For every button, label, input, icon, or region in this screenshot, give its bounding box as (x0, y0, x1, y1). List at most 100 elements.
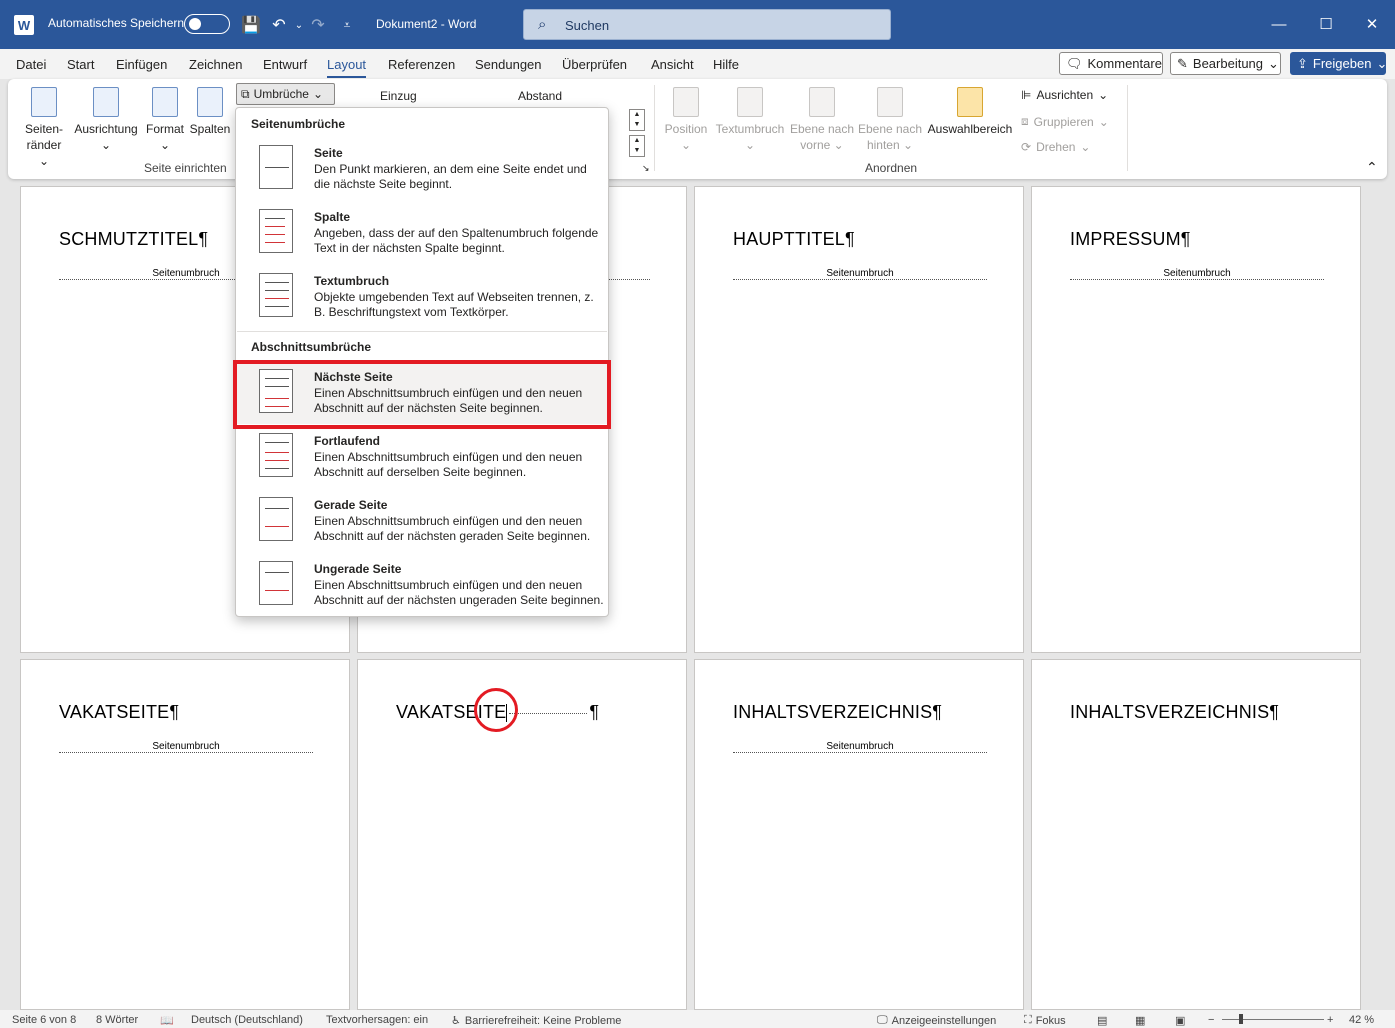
tab-sendungen[interactable]: Sendungen (475, 57, 542, 72)
page-8[interactable]: INHALTSVERZEICHNIS¶ (1031, 659, 1361, 1010)
option-title: Seite (314, 146, 343, 160)
accessibility-status[interactable]: ♿ Barrierefreiheit: Keine Probleme (451, 1014, 621, 1028)
page-break-label: Seitenumbruch (1162, 268, 1232, 279)
autosave-toggle[interactable] (184, 14, 230, 34)
tab-datei[interactable]: Datei (16, 57, 46, 72)
save-icon[interactable]: 💾 (240, 14, 262, 36)
send-backward-button[interactable]: Ebene nach hinten ⌄ (856, 87, 924, 153)
document-title: Dokument2 - Word (376, 17, 477, 31)
zoom-out-icon[interactable]: − (1208, 1014, 1214, 1026)
page-break-marker: Seitenumbruch (733, 268, 987, 280)
breaks-dropdown: Seitenumbrüche Seite Den Punkt markieren… (235, 107, 609, 617)
page-counter[interactable]: Seite 6 von 8 (12, 1014, 76, 1026)
chevron-down-icon: ⌄ (680, 138, 692, 152)
page-setup-group-label: Seite einrichten (144, 161, 227, 175)
position-button[interactable]: Position ⌄ (660, 87, 712, 153)
rotate-button[interactable]: ⟳ Drehen ⌄ (1021, 140, 1090, 154)
paragraph-dialog-launcher-icon[interactable]: ↘ (642, 163, 650, 174)
focus-mode[interactable]: ⛶ Fokus (1024, 1014, 1066, 1027)
page-break-icon (259, 145, 293, 189)
margins-label-1: Seiten- (24, 122, 64, 136)
break-option-text-wrapping[interactable]: Textumbruch Objekte umgebenden Text auf … (237, 266, 607, 328)
spacing-before-spinner[interactable]: ▲ ▼ (629, 109, 645, 131)
tab-einfuegen[interactable]: Einfügen (116, 57, 167, 72)
page-3[interactable]: HAUPTTITEL¶ Seitenumbruch (694, 186, 1024, 653)
maximize-icon[interactable]: ☐ (1311, 12, 1341, 36)
minimize-icon[interactable]: — (1264, 12, 1294, 36)
editing-label: Bearbeitung (1192, 56, 1264, 71)
tab-ansicht[interactable]: Ansicht (651, 57, 694, 72)
comments-button[interactable]: 🗨 Kommentare (1059, 52, 1163, 75)
wrap-text-button[interactable]: Textumbruch ⌄ (712, 87, 788, 153)
page-break-label: Seitenumbruch (825, 741, 895, 752)
break-option-continuous[interactable]: Fortlaufend Einen Abschnittsumbruch einf… (237, 426, 607, 488)
break-option-next-page[interactable]: Nächste Seite Einen Abschnittsumbruch ei… (237, 362, 607, 424)
page-5[interactable]: VAKATSEITE¶ Seitenumbruch (20, 659, 350, 1010)
bring-forward-icon (809, 87, 835, 117)
option-title: Fortlaufend (314, 434, 380, 448)
break-option-column[interactable]: Spalte Angeben, dass der auf den Spalten… (237, 202, 607, 264)
align-button[interactable]: ⊫ Ausrichten ⌄ (1021, 88, 1108, 102)
close-icon[interactable]: ✕ (1357, 12, 1387, 36)
break-option-even-page[interactable]: Gerade Seite Einen Abschnittsumbruch ein… (237, 490, 607, 552)
language[interactable]: Deutsch (Deutschland) (191, 1014, 303, 1026)
print-layout-icon[interactable]: ▦ (1135, 1014, 1145, 1027)
align-icon: ⊫ (1021, 88, 1032, 102)
ribbon: Seiten- ränder ⌄ Ausrichtung ⌄ Format ⌄ … (8, 79, 1387, 179)
columns-button[interactable]: Spalten (188, 87, 232, 137)
orientation-button[interactable]: Ausrichtung ⌄ (72, 87, 140, 153)
text-predictions[interactable]: Textvorhersagen: ein (326, 1014, 428, 1026)
margins-icon (31, 87, 57, 117)
tab-referenzen[interactable]: Referenzen (388, 57, 455, 72)
proofing-icon[interactable]: 📖 (160, 1014, 174, 1027)
display-settings[interactable]: 🖵 Anzeigeeinstellungen (877, 1014, 996, 1027)
search-box[interactable]: ⌕ Suchen (523, 9, 891, 40)
collapse-ribbon-icon[interactable]: ⌃ (1366, 159, 1378, 176)
chevron-down-icon: ⌄ (1098, 114, 1109, 129)
editing-button[interactable]: ✎ Bearbeitung ⌄ (1170, 52, 1281, 75)
undo-icon[interactable]: ↶ (268, 14, 290, 36)
word-count[interactable]: 8 Wörter (96, 1014, 138, 1026)
tab-layout[interactable]: Layout (327, 57, 367, 78)
bring-forward-button[interactable]: Ebene nach vorne ⌄ (788, 87, 856, 153)
send-backward-icon (877, 87, 903, 117)
chevron-down-icon: ⌄ (744, 138, 756, 152)
size-button[interactable]: Format ⌄ (143, 87, 187, 153)
margins-button[interactable]: Seiten- ränder ⌄ (20, 87, 68, 169)
zoom-in-icon[interactable]: + (1327, 1014, 1333, 1026)
web-layout-icon[interactable]: ▣ (1175, 1014, 1185, 1027)
tab-entwurf[interactable]: Entwurf (263, 57, 307, 72)
break-option-page[interactable]: Seite Den Punkt markieren, an dem eine S… (237, 138, 607, 200)
customize-quick-access-icon[interactable]: ⩡ (336, 14, 358, 36)
toggle-knob (189, 18, 201, 30)
page-breaks-heading: Seitenumbrüche (251, 117, 346, 131)
tab-zeichnen[interactable]: Zeichnen (189, 57, 242, 72)
autosave-label: Automatisches Speichern (48, 16, 185, 30)
search-placeholder: Suchen (565, 18, 610, 33)
redo-icon[interactable]: ↷ (307, 14, 329, 36)
tab-hilfe[interactable]: Hilfe (713, 57, 739, 72)
page-6[interactable]: VAKATSEITE ¶ (357, 659, 687, 1010)
selection-pane-button[interactable]: Auswahlbereich (926, 87, 1014, 137)
read-mode-icon[interactable]: ▤ (1097, 1014, 1107, 1027)
breaks-button[interactable]: ⧉ Umbrüche ⌄ (236, 83, 335, 105)
zoom-slider[interactable] (1222, 1019, 1324, 1020)
option-title: Gerade Seite (314, 498, 388, 512)
continuous-break-icon (259, 433, 293, 477)
page-7[interactable]: INHALTSVERZEICHNIS¶ Seitenumbruch (694, 659, 1024, 1010)
heading-text: VAKATSEITE (396, 702, 507, 722)
next-page-break-icon (259, 369, 293, 413)
tab-ueberpruefen[interactable]: Überprüfen (562, 57, 627, 72)
zoom-slider-thumb[interactable] (1239, 1014, 1243, 1024)
spacing-after-spinner[interactable]: ▲ ▼ (629, 135, 645, 157)
tab-start[interactable]: Start (67, 57, 94, 72)
zoom-level[interactable]: 42 % (1349, 1014, 1374, 1026)
share-button[interactable]: ⇪ Freigeben ⌄ (1290, 52, 1387, 75)
focus-icon: ⛶ (1024, 1014, 1032, 1026)
page-4[interactable]: IMPRESSUM¶ Seitenumbruch (1031, 186, 1361, 653)
orientation-label: Ausrichtung (74, 122, 138, 136)
search-icon: ⌕ (538, 16, 547, 33)
group-button[interactable]: ⧈ Gruppieren ⌄ (1021, 114, 1109, 129)
focus-label: Fokus (1035, 1014, 1066, 1027)
break-option-odd-page[interactable]: Ungerade Seite Einen Abschnittsumbruch e… (237, 554, 607, 616)
